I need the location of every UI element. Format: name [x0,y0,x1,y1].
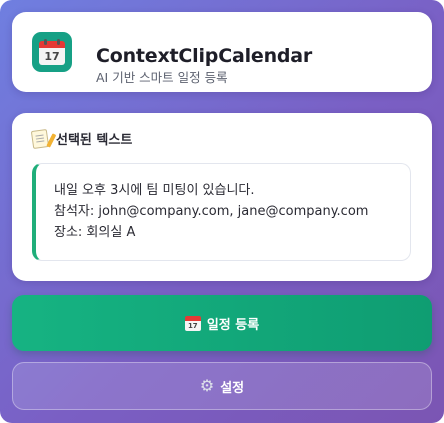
selected-text-card: 선택된 텍스트 내일 오후 3시에 팀 미팅이 있습니다. 참석자: john@… [12,113,432,281]
gear-icon: ⚙ [199,376,215,395]
text-line: 내일 오후 3시에 팀 미팅이 있습니다. [54,183,255,198]
settings-button[interactable]: ⚙ 설정 [12,362,432,410]
section-heading-label: 선택된 텍스트 [56,133,133,148]
settings-label: 설정 [220,380,245,396]
calendar-icon: 17 [39,39,65,65]
app-title: ContextClipCalendar [96,45,313,67]
app-subtitle: AI 기반 스마트 일정 등록 [96,70,228,85]
selected-text-box: 내일 오후 3시에 팀 미팅이 있습니다. 참석자: john@company.… [32,163,411,261]
popup-window: 17 ContextClipCalendar AI 기반 스마트 일정 등록 선… [0,0,444,423]
app-logo: 17 [32,32,72,72]
text-line: 장소: 회의실 A [54,225,136,240]
section-heading: 선택된 텍스트 [30,128,133,149]
calendar-icon: 17 [184,315,201,331]
memo-icon [30,128,57,149]
header-card: 17 ContextClipCalendar AI 기반 스마트 일정 등록 [12,12,432,92]
register-event-button[interactable]: 17 일정 등록 [12,295,432,351]
register-event-label: 일정 등록 [206,317,260,333]
text-line: 참석자: john@company.com, jane@company.com [54,204,369,219]
